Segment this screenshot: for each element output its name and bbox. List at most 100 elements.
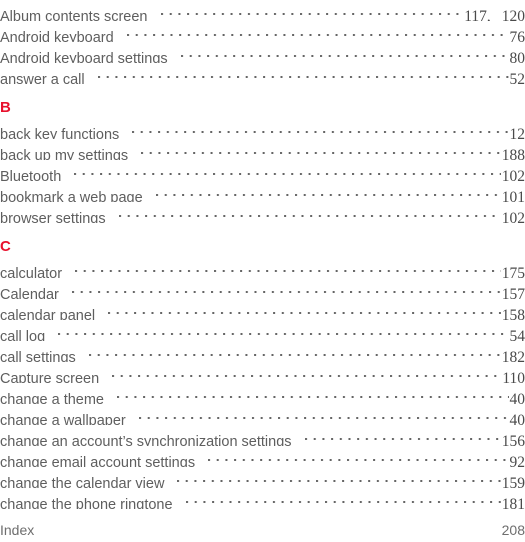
page-number-primary: 157: [501, 286, 525, 299]
dot-leader: [185, 488, 501, 509]
index-entry[interactable]: answer a call 52: [0, 63, 525, 84]
index-entry-page-number: 52: [509, 69, 525, 84]
page-number-primary: 158: [501, 307, 525, 320]
index-entry-label: change the calendar view: [0, 476, 165, 488]
index-entry[interactable]: Android keyboard 76: [0, 21, 525, 42]
index-entry-page-number: 102: [501, 208, 525, 223]
page-number-primary: 80: [509, 50, 525, 63]
index-entry-page-number: 175: [501, 263, 525, 278]
dot-leader: [108, 299, 501, 320]
dot-leader: [118, 202, 501, 223]
dot-leader: [160, 0, 464, 21]
page-number-primary: 175: [501, 265, 525, 278]
index-entry-page-number: 182: [501, 347, 525, 362]
index-entry-label: Calendar: [0, 287, 59, 299]
index-entry[interactable]: back key functions 12: [0, 118, 525, 139]
index-entry-label: call log: [0, 329, 46, 341]
index-entry-page-number: 102: [501, 166, 525, 181]
dot-leader: [88, 341, 501, 362]
index-entry-page-number: 110: [501, 368, 525, 383]
page-number-primary: 182: [501, 349, 525, 362]
index-entry-label: call settings: [0, 350, 76, 362]
index-entry-page-number: 157: [501, 284, 525, 299]
index-entry-page-number: 92: [509, 452, 525, 467]
page-number-primary: 102: [501, 210, 525, 223]
index-entry-list: Album contents screen 117, 120 Android keyb…: [0, 0, 525, 509]
dot-leader: [208, 446, 509, 467]
page-number-primary: 12: [509, 126, 525, 139]
index-entry-label: change a wallpaper: [0, 413, 126, 425]
index-entry[interactable]: change email account settings 92: [0, 446, 525, 467]
dot-leader: [117, 383, 509, 404]
index-entry[interactable]: change the calendar view 159: [0, 467, 525, 488]
index-entry[interactable]: browser settings 102: [0, 202, 525, 223]
index-entry-label: answer a call: [0, 72, 85, 84]
page-number-primary: 110: [502, 370, 525, 383]
dot-leader: [71, 278, 501, 299]
index-entry-label: change a theme: [0, 392, 104, 404]
index-entry-label: calendar panel: [0, 308, 96, 320]
page-number-primary: 76: [509, 29, 525, 42]
index-entry-page-number: 159: [501, 473, 525, 488]
index-entry-label: change email account settings: [0, 455, 196, 467]
dot-leader: [126, 21, 509, 42]
index-entry[interactable]: change a wallpaper 40: [0, 404, 525, 425]
page-number-primary: 117,: [464, 8, 491, 21]
section-letter-heading: C: [0, 238, 11, 255]
index-entry[interactable]: Android keyboard settings 80: [0, 42, 525, 63]
index-entry[interactable]: Calendar 157: [0, 278, 525, 299]
index-entry-page-number: 54: [509, 326, 525, 341]
index-entry-label: browser settings: [0, 211, 106, 223]
index-entry-label: Bluetooth: [0, 169, 62, 181]
index-entry-label: calculator: [0, 266, 63, 278]
index-entry[interactable]: calendar panel 158: [0, 299, 525, 320]
index-entry[interactable]: change the phone ringtone 181: [0, 488, 525, 509]
page-number-primary: 40: [509, 391, 525, 404]
index-entry[interactable]: call log 54: [0, 320, 525, 341]
index-entry-page-number: 80: [509, 48, 525, 63]
index-entry[interactable]: back up my settings 188: [0, 139, 525, 160]
index-entry-page-number: 158: [501, 305, 525, 320]
dot-leader: [155, 181, 501, 202]
index-entry[interactable]: Bluetooth 102: [0, 160, 525, 181]
index-entry-page-number: 101: [501, 187, 525, 202]
index-entry[interactable]: call settings 182: [0, 341, 525, 362]
index-entry-page-number: 117, 120: [463, 6, 525, 21]
dot-leader: [177, 467, 501, 488]
index-entry-label: Album contents screen: [0, 9, 148, 21]
section-letter-heading: B: [0, 99, 11, 116]
index-entry[interactable]: change a theme 40: [0, 383, 525, 404]
dot-leader: [304, 425, 501, 446]
index-entry-label: Android keyboard settings: [0, 51, 168, 63]
page-number-secondary: 120: [501, 8, 525, 21]
footer-page-number: 208: [501, 522, 525, 538]
dot-leader: [97, 63, 509, 84]
page-number-primary: 92: [509, 454, 525, 467]
index-page: Album contents screen 117, 120 Android keyb…: [0, 0, 525, 542]
index-entry-page-number: 181: [501, 494, 525, 509]
index-entry-page-number: 12: [509, 124, 525, 139]
index-entry[interactable]: bookmark a web page 101: [0, 181, 525, 202]
index-entry[interactable]: Album contents screen 117, 120: [0, 0, 525, 21]
index-entry-label: bookmark a web page: [0, 190, 143, 202]
index-entry[interactable]: Capture screen 110: [0, 362, 525, 383]
index-entry-label: change an account’s synchronization sett…: [0, 434, 292, 446]
page-number-primary: 102: [501, 168, 525, 181]
page-number-primary: 159: [501, 475, 525, 488]
dot-leader: [74, 160, 501, 181]
page-number-primary: 52: [509, 71, 525, 84]
index-entry-page-number: 188: [501, 145, 525, 160]
page-number-primary: 188: [501, 147, 525, 160]
index-entry-label: back key functions: [0, 127, 120, 139]
index-entry[interactable]: change an account’s synchronization sett…: [0, 425, 525, 446]
page-number-primary: 156: [501, 433, 525, 446]
dot-leader: [141, 139, 501, 160]
dot-leader: [75, 257, 501, 278]
dot-leader: [112, 362, 502, 383]
index-entry[interactable]: calculator 175: [0, 257, 525, 278]
index-entry-page-number: 40: [509, 389, 525, 404]
dot-leader: [180, 42, 509, 63]
index-entry-page-number: 156: [501, 431, 525, 446]
